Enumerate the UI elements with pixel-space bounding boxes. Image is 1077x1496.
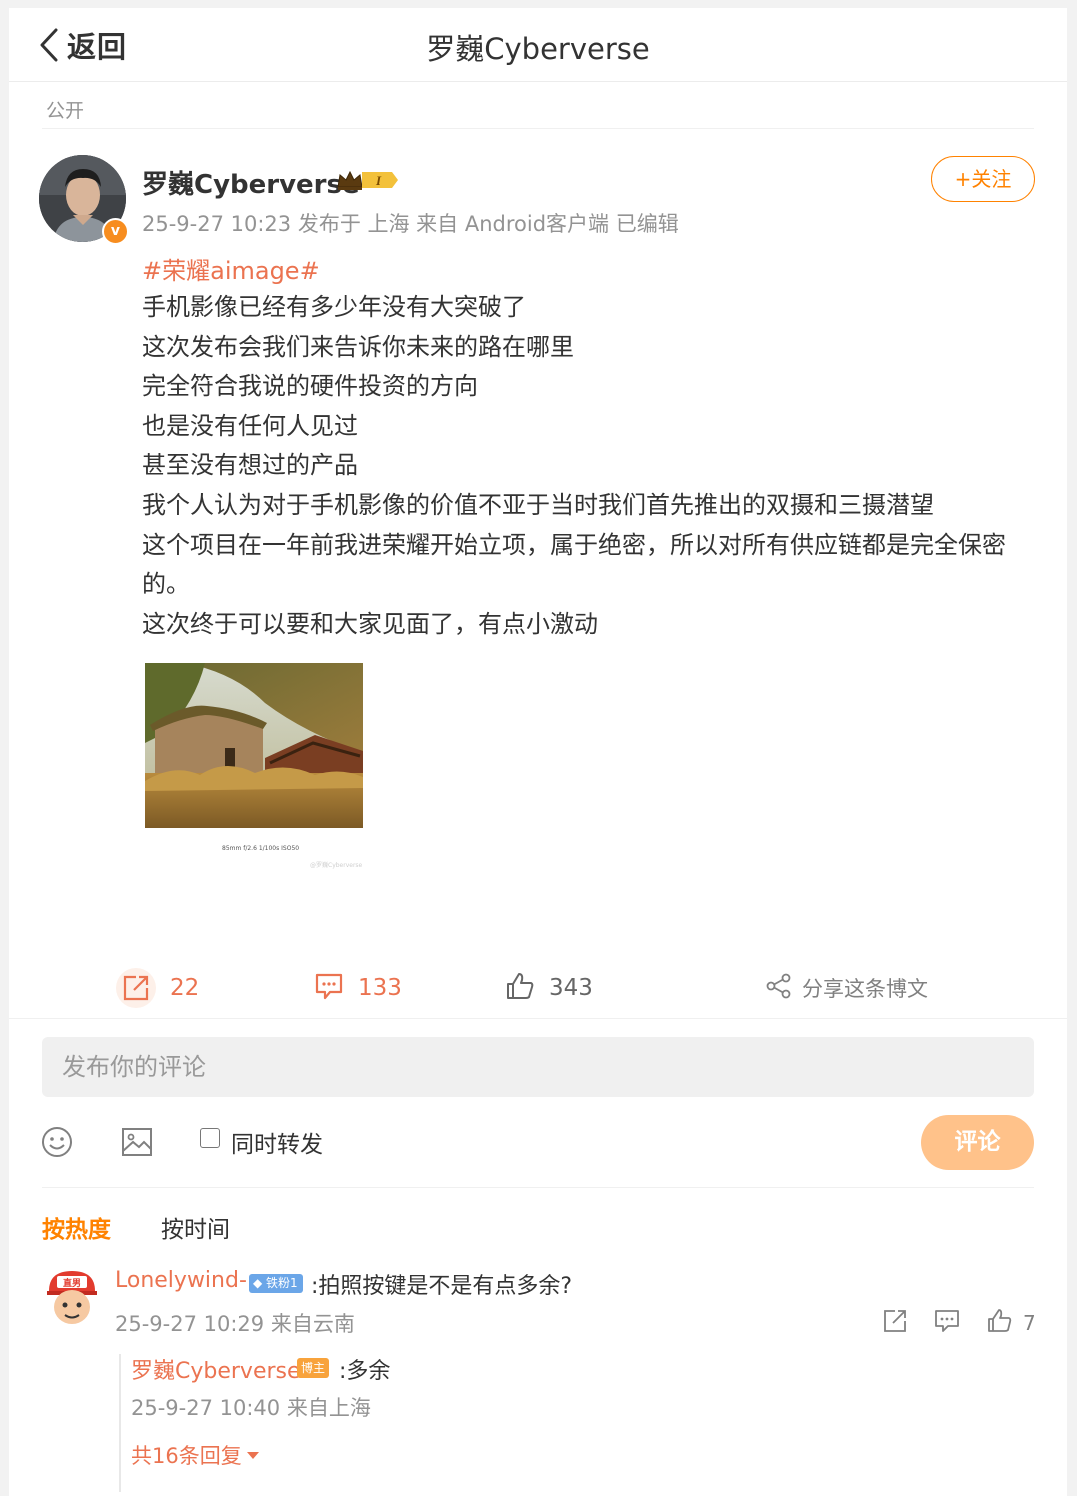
comment-count: 133 [358,975,402,1001]
author-name[interactable]: 罗巍Cyberverse [142,164,360,201]
page-title: 罗巍Cyberverse [426,32,650,66]
post-detail-card: 返回 罗巍Cyberverse 公开 v 罗巍Cyberverse I 25-9… [9,8,1067,1496]
post-line: 手机影像已经有多少年没有大突破了 [142,293,526,321]
repost-count: 22 [170,975,200,1001]
like-count: 343 [549,975,593,1001]
tab-sort-hot[interactable]: 按热度 [42,1210,111,1244]
share-icon [766,973,792,1003]
verified-badge: v [102,218,129,245]
divider [42,1187,1034,1188]
tab-sort-time[interactable]: 按时间 [161,1210,230,1244]
author-badge: 博主 [297,1358,330,1378]
post-line: 这次终于可以要和大家见面了，有点小激动 [142,609,598,638]
reply-text: :多余 [339,1359,391,1384]
topic-link[interactable]: #荣耀aimage# [142,251,320,286]
like-icon [987,1308,1013,1338]
landscape-photo [145,663,363,828]
like-icon [505,971,535,1005]
post-line: 也是没有任何人见过 [142,411,358,440]
comment-icon [314,971,344,1005]
top-bar: 返回 罗巍Cyberverse [9,8,1067,82]
share-button[interactable]: 分享这条博文 [766,963,928,1013]
photo-watermark: @罗巍Cyberverse [310,862,363,869]
post-body: 手机影像已经有多少年没有大突破了 这次发布会我们来告诉你未来的路在哪里 完全符合… [142,288,1042,644]
crown-icon: I [336,168,399,196]
comment-like-button[interactable]: 7 [987,1308,1036,1338]
commenter-name[interactable]: Lonelywind- [115,1268,247,1293]
member-level: I [375,173,382,188]
like-button[interactable]: 343 [505,963,593,1013]
comment-reply-icon[interactable] [934,1308,960,1338]
action-bar: 22 133 343 分享这条博文 [9,963,1067,1013]
reply-meta: 25-9-27 10:40 来自上海 [131,1396,371,1420]
comment-meta: 25-9-27 10:29 来自云南 [115,1312,355,1336]
comment-button[interactable]: 133 [314,963,402,1013]
more-replies-label: 共16条回复 [131,1444,242,1468]
post-line: 的。 [142,570,190,599]
post-image[interactable]: 85mm f/2.6 1/100s ISO50 @罗巍Cyberverse [145,663,365,869]
comment-repost-icon[interactable] [882,1308,908,1338]
commenter-avatar[interactable]: 直男 [45,1267,99,1327]
repost-button[interactable]: 22 [116,963,199,1013]
share-label: 分享这条博文 [802,977,928,1001]
fan-badge: ◆ 铁粉1 [249,1274,303,1293]
post-line: 甚至没有想过的产品 [142,451,358,480]
photo-exif: 85mm f/2.6 1/100s ISO50 [222,845,300,852]
comment-input[interactable] [42,1037,1034,1097]
avatar-text: 直男 [63,1277,81,1289]
reply-thread-bar [119,1354,121,1492]
comment-like-count: 7 [1023,1311,1036,1335]
fan-badge-label: 铁粉1 [266,1276,298,1290]
emoji-icon[interactable] [40,1125,74,1163]
post-meta: 25-9-27 10:23 发布于 上海 来自 Android客户端 已编辑 [142,212,679,236]
repost-checkbox[interactable] [200,1128,220,1148]
submit-comment-button[interactable]: 评论 [921,1115,1034,1170]
more-replies-link[interactable]: 共16条回复 [131,1440,259,1470]
post-line: 我个人认为对于手机影像的价值不亚于当时我们首先推出的双摄和三摄潜望 [142,490,934,519]
reply-author[interactable]: 罗巍Cyberverse [131,1353,301,1385]
visibility-label: 公开 [46,100,85,122]
divider [42,128,1034,129]
comment-text: :拍照按键是不是有点多余? [311,1274,573,1299]
repost-icon [116,968,156,1008]
divider [9,1018,1067,1019]
post-line: 这个项目在一年前我进荣耀开始立项，属于绝密，所以对所有供应链都是完全保密 [142,530,1006,559]
caret-down-icon [246,1451,259,1459]
repost-checkbox-label: 同时转发 [231,1132,323,1158]
post-line: 这次发布会我们来告诉你未来的路在哪里 [142,332,574,361]
post-line: 完全符合我说的硬件投资的方向 [142,372,478,401]
follow-button[interactable]: +关注 [931,156,1035,202]
image-icon[interactable] [120,1125,154,1163]
